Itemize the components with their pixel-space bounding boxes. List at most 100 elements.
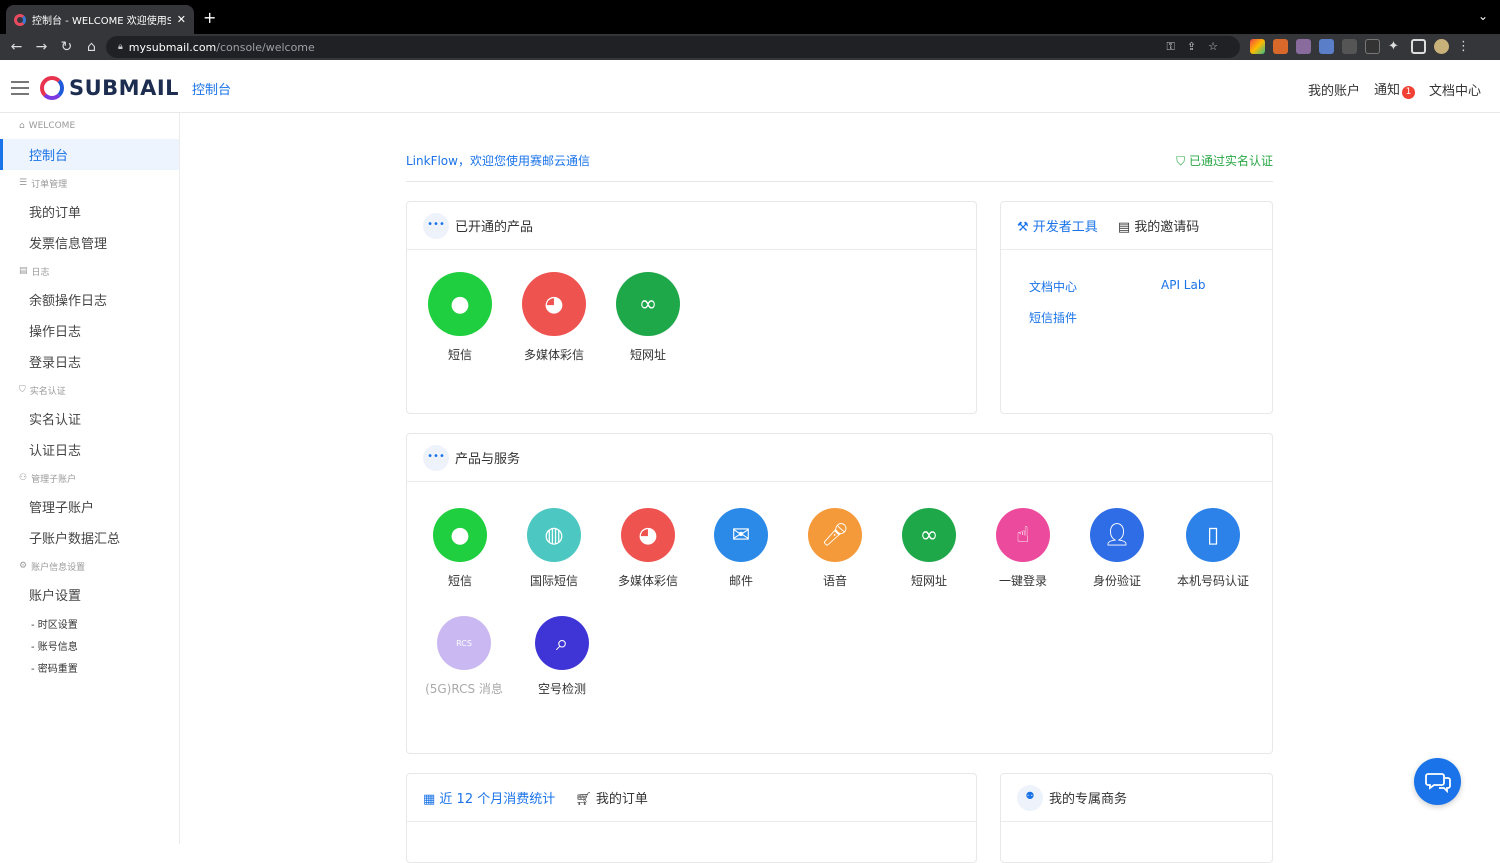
reload-icon[interactable]: ↻ <box>54 39 79 55</box>
sidebar-section-subaccounts: ⚇ 管理子账户 <box>0 465 179 491</box>
service-label: (5G)RCS 消息 <box>425 682 503 696</box>
service-voice[interactable]: 🎤︎ 语音 <box>788 508 882 589</box>
sidebar-item-balance-log[interactable]: 余额操作日志 <box>0 284 179 315</box>
star-icon[interactable]: ☆ <box>1208 40 1230 53</box>
service-label: 身份验证 <box>1092 574 1141 588</box>
sidebar-item-operation-log[interactable]: 操作日志 <box>0 315 179 346</box>
sidebar-subitem-password-reset[interactable]: - 密码重置 <box>0 656 179 678</box>
sidebar: ⌂ WELCOME 控制台 ☰ 订单管理 我的订单 发票信息管理 ▤ 日志 余额操作日… <box>0 113 180 844</box>
service-sms[interactable]: ● 短信 <box>413 508 507 589</box>
new-tab-icon[interactable]: + <box>203 8 216 27</box>
service-mail[interactable]: ✉ 邮件 <box>694 508 788 589</box>
card-header: ••• 产品与服务 <box>407 434 1272 482</box>
extension-icon[interactable] <box>1365 39 1380 54</box>
key-icon[interactable]: ⚿ <box>1167 40 1187 53</box>
sidebar-subitem-timezone[interactable]: - 时区设置 <box>0 612 179 634</box>
extension-icon[interactable] <box>1342 39 1357 54</box>
extension-icon[interactable] <box>1273 39 1288 54</box>
brand-name: SUBMAIL <box>69 76 180 100</box>
app-header: SUBMAIL 控制台 我的账户 通知 1 文档中心 <box>0 62 1500 113</box>
sidebar-item-login-log[interactable]: 登录日志 <box>0 346 179 377</box>
activated-products-card: ••• 已开通的产品 ● 短信 ◕ 多媒体彩信 ∞ 短网址 <box>406 201 977 414</box>
chat-bubbles-icon <box>1424 772 1451 793</box>
sidebar-item-manage-subaccounts[interactable]: 管理子账户 <box>0 491 179 522</box>
sidebar-item-console[interactable]: 控制台 <box>0 139 179 170</box>
settings-icon: ⚙ <box>19 561 28 571</box>
submail-logo[interactable]: SUBMAIL <box>40 76 179 100</box>
home-icon: ⌂ <box>19 121 25 131</box>
contact-card-icon: ⚉ <box>1017 784 1043 811</box>
service-one-click-login[interactable]: ☝ 一键登录 <box>976 508 1070 589</box>
welcome-greeting: LinkFlow，欢迎您使用赛邮云通信 <box>406 154 590 168</box>
service-short-url[interactable]: ∞ 短网址 <box>882 508 976 589</box>
sidebar-item-invoice[interactable]: 发票信息管理 <box>0 227 179 258</box>
service-identity-verification[interactable]: 👤︎ 身份验证 <box>1070 508 1164 589</box>
service-label: 多媒体彩信 <box>617 574 678 588</box>
home-icon[interactable]: ⌂ <box>79 39 104 55</box>
chat-support-button[interactable] <box>1414 758 1461 805</box>
chat-bubble-icon: ● <box>428 272 492 336</box>
product-mms[interactable]: ◕ 多媒体彩信 <box>507 272 601 363</box>
verified-status: ⛉ 已通过实名认证 <box>1176 152 1273 169</box>
back-icon[interactable]: ← <box>4 39 29 55</box>
product-sms[interactable]: ● 短信 <box>413 272 507 363</box>
service-phone-number-auth[interactable]: ▯ 本机号码认证 <box>1166 508 1260 589</box>
tab-label: 我的订单 <box>595 792 648 807</box>
tab-my-orders[interactable]: 🛒︎ 我的订单 <box>575 788 648 807</box>
share-icon[interactable]: ⇪ <box>1187 40 1208 53</box>
notifications-link[interactable]: 通知 1 <box>1374 79 1415 99</box>
forward-icon[interactable]: → <box>29 39 54 55</box>
sidebar-item-account-settings[interactable]: 账户设置 <box>0 579 179 610</box>
service-rcs[interactable]: RCS (5G)RCS 消息 <box>417 616 511 697</box>
docs-center-link[interactable]: 文档中心 <box>1429 80 1481 99</box>
sidebar-item-subaccount-summary[interactable]: 子账户数据汇总 <box>0 522 179 553</box>
tap-hand-icon: ☝ <box>996 508 1050 562</box>
address-bar[interactable]: 🔒︎ mysubmail.com/console/welcome ⚿⇪☆ <box>106 36 1240 58</box>
tab-label: 近 12 个月消费统计 <box>439 792 556 807</box>
browser-menu-icon[interactable]: ⋮ <box>1457 39 1472 54</box>
service-intl-sms[interactable]: ◍ 国际短信 <box>507 508 601 589</box>
product-short-url[interactable]: ∞ 短网址 <box>601 272 695 363</box>
side-panel-icon[interactable] <box>1411 39 1426 54</box>
api-lab-link[interactable]: API Lab <box>1161 278 1205 292</box>
sidebar-section-verification: ⛉ 实名认证 <box>0 377 179 403</box>
sidebar-subitem-account-info[interactable]: - 账号信息 <box>0 634 179 656</box>
tab-label: 开发者工具 <box>1032 220 1098 235</box>
more-dots-icon: ••• <box>423 212 449 239</box>
service-mms[interactable]: ◕ 多媒体彩信 <box>601 508 695 589</box>
service-label: 短网址 <box>910 574 947 588</box>
my-account-link[interactable]: 我的账户 <box>1308 80 1360 99</box>
tab-12-month-stats[interactable]: ▦ 近 12 个月消费统计 <box>423 788 555 807</box>
lock-icon: 🔒︎ <box>118 42 123 52</box>
hamburger-menu-icon[interactable] <box>11 81 29 99</box>
sms-plugin-link[interactable]: 短信插件 <box>1029 309 1077 326</box>
extension-icon[interactable] <box>1250 39 1265 54</box>
extension-icon[interactable] <box>1319 39 1334 54</box>
sidebar-item-my-orders[interactable]: 我的订单 <box>0 196 179 227</box>
image-bubble-icon: ◕ <box>522 272 586 336</box>
sidebar-item-verification[interactable]: 实名认证 <box>0 403 179 434</box>
tab-developer-tools[interactable]: ⚒ 开发者工具 <box>1017 216 1098 235</box>
magnifier-pulse-icon: ⌕ <box>535 616 589 670</box>
puzzle-icon[interactable]: ✦ <box>1388 39 1403 54</box>
service-label: 邮件 <box>728 574 753 588</box>
service-empty-number-check[interactable]: ⌕ 空号检测 <box>515 616 609 697</box>
browser-toolbar: ← → ↻ ⌂ 🔒︎ mysubmail.com/console/welcome… <box>0 34 1500 60</box>
tools-icon: ⚒ <box>1017 220 1033 235</box>
service-label: 空号检测 <box>537 682 586 696</box>
product-label: 短信 <box>447 348 472 362</box>
service-label: 短信 <box>447 574 472 588</box>
profile-avatar[interactable] <box>1434 39 1449 54</box>
tab-invite-code[interactable]: ▤ 我的邀请码 <box>1118 216 1199 235</box>
tab-search-chevron-icon[interactable]: ⌄ <box>1478 9 1488 23</box>
microphone-icon: 🎤︎ <box>808 508 862 562</box>
close-tab-icon[interactable]: ✕ <box>177 13 186 26</box>
breadcrumb[interactable]: 控制台 <box>192 79 231 98</box>
browser-tab[interactable]: 控制台 - WELCOME 欢迎使用SU ✕ <box>6 5 194 34</box>
sidebar-item-verification-log[interactable]: 认证日志 <box>0 434 179 465</box>
docs-center-link[interactable]: 文档中心 <box>1029 278 1077 295</box>
card-header: ••• 已开通的产品 <box>407 202 976 250</box>
notification-badge: 1 <box>1401 86 1415 99</box>
extension-icon[interactable] <box>1296 39 1311 54</box>
calendar-icon: ▦ <box>423 792 440 807</box>
